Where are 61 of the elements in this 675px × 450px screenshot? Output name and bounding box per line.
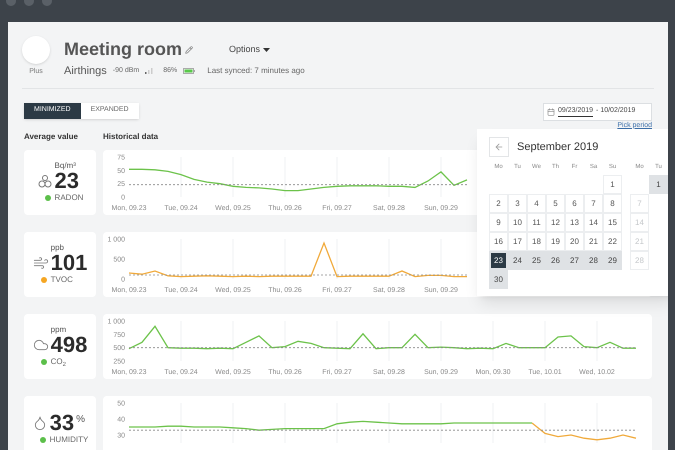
- calendar-day[interactable]: 11: [527, 213, 546, 232]
- calendar-day[interactable]: 17: [508, 232, 527, 251]
- previous-month-button[interactable]: [489, 137, 509, 157]
- calendar-day[interactable]: 3: [508, 194, 527, 213]
- metric-label: HUMIDITY: [50, 436, 88, 444]
- column-heading: Historical data: [103, 130, 158, 142]
- unit-label: %: [76, 413, 86, 427]
- calendar-day[interactable]: 4: [527, 194, 546, 213]
- calendar-day[interactable]: 29: [603, 251, 622, 270]
- calendar-day[interactable]: 18: [527, 232, 546, 251]
- calendar-day[interactable]: 2: [489, 194, 508, 213]
- calendar-day[interactable]: 12: [546, 213, 565, 232]
- unit-label: ppm: [50, 326, 68, 334]
- calendar-day[interactable]: 9: [489, 213, 508, 232]
- signal-icon: [145, 68, 154, 74]
- unit-label: Bq/m³: [54, 162, 77, 170]
- calendar-day[interactable]: 16: [489, 232, 508, 251]
- device-avatar: [22, 36, 50, 64]
- unit-label: ppb: [50, 244, 65, 252]
- battery-icon: [183, 68, 196, 74]
- calendar-day[interactable]: 25: [527, 251, 546, 270]
- calendar-icon: [547, 108, 555, 116]
- calendar-day[interactable]: 28: [584, 251, 603, 270]
- calendar-day[interactable]: 23: [489, 251, 508, 270]
- edit-icon[interactable]: [185, 46, 194, 54]
- cloud-icon: [32, 337, 49, 353]
- metric-label: CO$_{2}$: [50, 358, 66, 366]
- calendar-day[interactable]: 8: [603, 194, 622, 213]
- calendar-day[interactable]: 7: [584, 194, 603, 213]
- calendar-day[interactable]: 15: [603, 213, 622, 232]
- caret-icon: [263, 48, 270, 52]
- calendar-day[interactable]: 5: [546, 194, 565, 213]
- brand-name: Airthings: [64, 64, 107, 79]
- wind-icon: [32, 255, 49, 271]
- calendar-day[interactable]: 10: [508, 213, 527, 232]
- calendar-day[interactable]: 26: [546, 251, 565, 270]
- metric-value: 23: [54, 170, 80, 192]
- column-heading: Average value: [24, 130, 79, 142]
- calendar-day[interactable]: 30: [489, 270, 508, 289]
- molecule-icon: [36, 173, 53, 189]
- calendar-day[interactable]: 24: [508, 251, 527, 270]
- arrow-left-icon: [494, 142, 504, 152]
- metric-value: 33: [50, 412, 74, 434]
- metric-label: TVOC: [50, 276, 73, 284]
- calendar-day[interactable]: 22: [603, 232, 622, 251]
- calendar-day[interactable]: 27: [565, 251, 584, 270]
- calendar-day[interactable]: 1: [603, 175, 622, 194]
- calendar-day[interactable]: 6: [565, 194, 584, 213]
- options-button[interactable]: Options: [229, 42, 270, 56]
- calendar-day[interactable]: 20: [565, 232, 584, 251]
- calendar-day[interactable]: 19: [546, 232, 565, 251]
- room-title: Meeting room: [64, 38, 182, 61]
- calendar-day[interactable]: 14: [584, 213, 603, 232]
- calendar-day[interactable]: 21: [584, 232, 603, 251]
- metric-value: 498: [50, 334, 88, 356]
- metric-value: 101: [50, 252, 88, 274]
- calendar-day[interactable]: 1: [649, 175, 668, 194]
- metric-label: RADON: [54, 194, 84, 202]
- month-title: September 2019: [517, 140, 598, 155]
- sync-status: Last synced: 7 minutes ago: [207, 65, 305, 78]
- calendar-day[interactable]: 13: [565, 213, 584, 232]
